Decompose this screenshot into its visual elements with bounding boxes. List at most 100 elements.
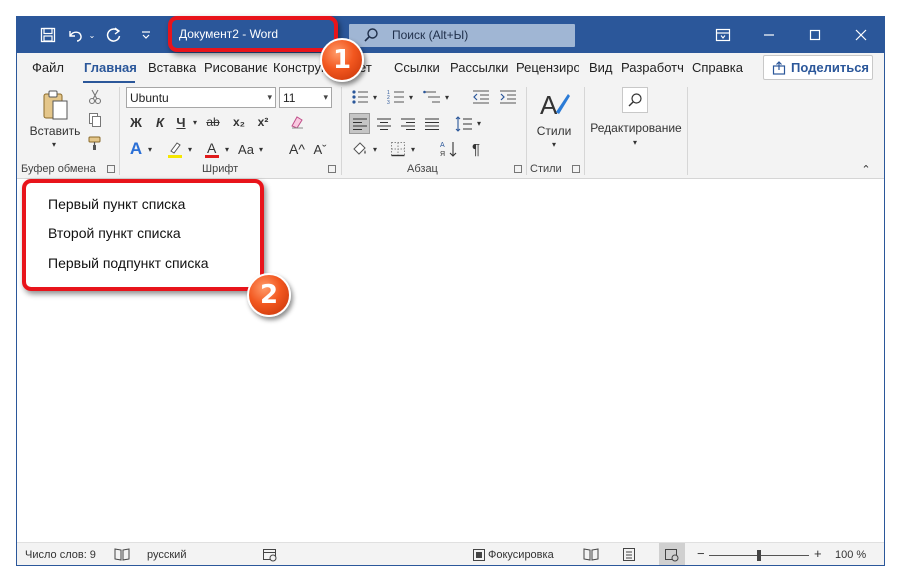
subscript-button[interactable]: x₂ [229, 113, 249, 131]
print-layout-icon[interactable] [622, 547, 636, 565]
cut-icon[interactable] [85, 88, 105, 106]
paste-icon[interactable] [37, 88, 73, 122]
share-label: Поделиться [791, 60, 870, 75]
minimize-icon[interactable] [746, 17, 792, 53]
shading-icon[interactable] [350, 139, 370, 159]
share-button[interactable]: Поделиться [763, 55, 873, 80]
tab-review[interactable]: Рецензирование [516, 60, 579, 75]
show-formatting-icon[interactable]: ¶ [466, 139, 486, 159]
borders-dropdown-icon[interactable]: ▾ [408, 140, 418, 158]
undo-dropdown-icon[interactable]: ⌄ [87, 25, 97, 45]
clipboard-launcher-icon[interactable] [107, 165, 115, 173]
group-divider [584, 87, 585, 175]
focus-label[interactable]: Фокусировка [488, 549, 554, 561]
align-center-icon[interactable] [373, 113, 394, 134]
bullets-icon[interactable] [350, 87, 370, 107]
editing-label[interactable]: Редактирование [589, 121, 683, 135]
read-mode-icon[interactable] [583, 547, 599, 564]
title-highlight-box [168, 16, 338, 52]
shading-dropdown-icon[interactable]: ▾ [370, 140, 380, 158]
styles-launcher-icon[interactable] [572, 165, 580, 173]
highlight-dropdown-icon[interactable]: ▾ [185, 140, 195, 158]
font-size-select[interactable]: 11 ▾ [279, 87, 332, 108]
collapse-ribbon-icon[interactable]: ⌃ [859, 163, 873, 176]
shrink-font-button[interactable]: Aˇ [309, 139, 331, 159]
font-name-select[interactable]: Ubuntu ▾ [126, 87, 276, 108]
justify-icon[interactable] [421, 113, 442, 134]
accessibility-icon[interactable] [262, 548, 278, 565]
change-case-dropdown-icon[interactable]: ▾ [256, 140, 266, 158]
close-icon[interactable] [838, 17, 884, 53]
paste-dropdown-icon[interactable]: ▾ [48, 139, 60, 149]
underline-button[interactable]: Ч [172, 113, 190, 131]
find-icon[interactable] [622, 87, 648, 113]
group-divider [341, 87, 342, 175]
multilevel-dropdown-icon[interactable]: ▾ [442, 88, 452, 106]
italic-button[interactable]: К [151, 113, 169, 131]
editing-dropdown-icon[interactable]: ▾ [629, 137, 641, 147]
numbering-icon[interactable]: 123 [386, 87, 406, 107]
undo-icon[interactable] [64, 25, 88, 45]
font-color-icon[interactable]: A [202, 139, 222, 159]
status-bar: Число слов: 9 русский Фокусировка − + 10… [17, 542, 884, 565]
search-input[interactable]: Поиск (Alt+Ы) [349, 24, 575, 47]
zoom-out-button[interactable]: − [697, 546, 705, 561]
bold-button[interactable]: Ж [127, 113, 145, 131]
grow-font-button[interactable]: A^ [286, 139, 308, 159]
svg-text:A: A [207, 140, 217, 156]
format-painter-icon[interactable] [85, 134, 105, 152]
tab-home[interactable]: Главная [84, 60, 137, 75]
tab-view[interactable]: Вид [589, 60, 613, 75]
proofing-icon[interactable] [114, 547, 130, 564]
callout-badge-2: 2 [247, 273, 291, 317]
styles-dropdown-icon[interactable]: ▾ [548, 139, 560, 149]
title-bar: ⌄ Документ2 - Word Поиск (Alt+Ы) [17, 17, 884, 53]
zoom-in-button[interactable]: + [814, 546, 822, 561]
strikethrough-button[interactable]: ab [202, 113, 224, 131]
focus-icon[interactable] [472, 548, 486, 565]
font-color-dropdown-icon[interactable]: ▾ [222, 140, 232, 158]
copy-icon[interactable] [85, 111, 105, 129]
multilevel-list-icon[interactable] [422, 87, 442, 107]
tab-help[interactable]: Справка [692, 60, 743, 75]
svg-text:A: A [440, 142, 445, 149]
highlight-icon[interactable] [165, 139, 185, 159]
tab-developer[interactable]: Разработчик [621, 60, 684, 75]
font-group-label: Шрифт [202, 163, 239, 175]
sort-icon[interactable]: AЯ [439, 139, 459, 159]
styles-icon[interactable]: A [534, 88, 574, 122]
zoom-level[interactable]: 100 % [835, 549, 866, 561]
language-label[interactable]: русский [147, 549, 186, 561]
tab-mailings[interactable]: Рассылки [450, 60, 508, 75]
maximize-icon[interactable] [792, 17, 838, 53]
increase-indent-icon[interactable] [498, 87, 518, 107]
word-count[interactable]: Число слов: 9 [25, 549, 96, 561]
decrease-indent-icon[interactable] [471, 87, 491, 107]
web-layout-icon[interactable] [659, 543, 685, 565]
align-left-icon[interactable] [349, 113, 370, 134]
zoom-slider-thumb[interactable] [757, 550, 761, 561]
font-launcher-icon[interactable] [328, 165, 336, 173]
superscript-button[interactable]: x² [253, 113, 273, 131]
tab-file[interactable]: Файл [32, 60, 64, 75]
redo-icon[interactable] [103, 25, 125, 45]
customize-toolbar-icon[interactable] [135, 25, 157, 45]
bullets-dropdown-icon[interactable]: ▾ [370, 88, 380, 106]
line-spacing-dropdown-icon[interactable]: ▾ [474, 114, 484, 132]
change-case-button[interactable]: Aa [234, 139, 258, 159]
group-divider [119, 87, 120, 175]
underline-dropdown-icon[interactable]: ▾ [190, 113, 200, 131]
numbering-dropdown-icon[interactable]: ▾ [406, 88, 416, 106]
borders-icon[interactable] [388, 139, 408, 159]
save-icon[interactable] [37, 25, 59, 45]
text-effects-dropdown-icon[interactable]: ▾ [145, 140, 155, 158]
ribbon-display-options-icon[interactable] [700, 17, 746, 53]
tab-references[interactable]: Ссылки [394, 60, 440, 75]
clear-formatting-icon[interactable] [287, 113, 307, 131]
tab-draw[interactable]: Рисование [204, 60, 267, 75]
line-spacing-icon[interactable] [453, 113, 474, 134]
text-effects-icon[interactable]: A [127, 139, 145, 159]
paragraph-launcher-icon[interactable] [514, 165, 522, 173]
tab-insert[interactable]: Вставка [148, 60, 196, 75]
align-right-icon[interactable] [397, 113, 418, 134]
